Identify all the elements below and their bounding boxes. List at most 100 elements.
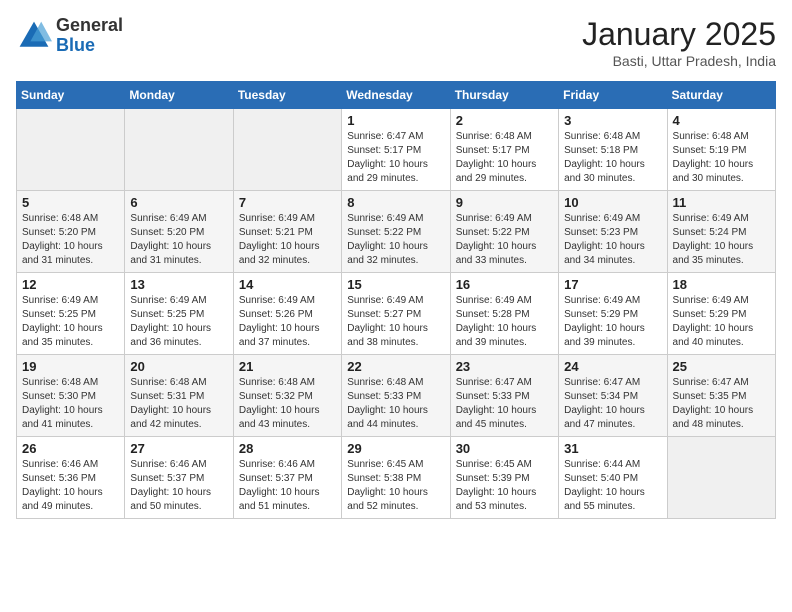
logo-text: General Blue bbox=[56, 16, 123, 56]
day-info: Sunrise: 6:45 AMSunset: 5:38 PMDaylight:… bbox=[347, 458, 444, 514]
header-wednesday: Wednesday bbox=[342, 82, 450, 109]
day-number: 31 bbox=[564, 441, 661, 456]
day-info: Sunrise: 6:49 AMSunset: 5:29 PMDaylight:… bbox=[564, 294, 661, 350]
calendar-cell: 10Sunrise: 6:49 AMSunset: 5:23 PMDayligh… bbox=[559, 191, 667, 273]
calendar-cell: 19Sunrise: 6:48 AMSunset: 5:30 PMDayligh… bbox=[17, 355, 125, 437]
day-info: Sunrise: 6:49 AMSunset: 5:25 PMDaylight:… bbox=[22, 294, 119, 350]
calendar-cell: 2Sunrise: 6:48 AMSunset: 5:17 PMDaylight… bbox=[450, 109, 558, 191]
logo: General Blue bbox=[16, 16, 123, 56]
day-info: Sunrise: 6:49 AMSunset: 5:22 PMDaylight:… bbox=[456, 212, 553, 268]
day-info: Sunrise: 6:48 AMSunset: 5:33 PMDaylight:… bbox=[347, 376, 444, 432]
logo-icon bbox=[16, 18, 52, 54]
calendar-cell bbox=[125, 109, 233, 191]
day-number: 24 bbox=[564, 359, 661, 374]
calendar-cell: 30 Sunrise: 6:45 AMSunset: 5:39 PMDayligh… bbox=[450, 437, 558, 519]
day-info: Sunrise: 6:49 AMSunset: 5:28 PMDaylight:… bbox=[456, 294, 553, 350]
header-sunday: Sunday bbox=[17, 82, 125, 109]
day-number: 3 bbox=[564, 113, 661, 128]
calendar-cell: 28 Sunrise: 6:46 AMSunset: 5:37 PMDayligh… bbox=[233, 437, 341, 519]
calendar-cell bbox=[233, 109, 341, 191]
calendar-cell: 17 Sunrise: 6:49 AMSunset: 5:29 PMDayligh… bbox=[559, 273, 667, 355]
calendar-title: January 2025 bbox=[582, 16, 776, 53]
day-number: 17 bbox=[564, 277, 661, 292]
day-info: Sunrise: 6:48 AMSunset: 5:20 PMDaylight:… bbox=[22, 212, 119, 268]
day-number: 22 bbox=[347, 359, 444, 374]
day-number: 1 bbox=[347, 113, 444, 128]
calendar-cell: 23 Sunrise: 6:47 AMSunset: 5:33 PMDayligh… bbox=[450, 355, 558, 437]
day-info: Sunrise: 6:49 AMSunset: 5:26 PMDaylight:… bbox=[239, 294, 336, 350]
header-friday: Friday bbox=[559, 82, 667, 109]
calendar-header-row: SundayMondayTuesdayWednesdayThursdayFrid… bbox=[17, 82, 776, 109]
day-info: Sunrise: 6:44 AMSunset: 5:40 PMDaylight:… bbox=[564, 458, 661, 514]
calendar-cell: 3 Sunrise: 6:48 AMSunset: 5:18 PMDaylight… bbox=[559, 109, 667, 191]
title-block: January 2025 Basti, Uttar Pradesh, India bbox=[582, 16, 776, 69]
calendar-cell: 31 Sunrise: 6:44 AMSunset: 5:40 PMDayligh… bbox=[559, 437, 667, 519]
day-info: Sunrise: 6:49 AMSunset: 5:24 PMDaylight:… bbox=[673, 212, 770, 268]
day-info: Sunrise: 6:49 AMSunset: 5:21 PMDaylight:… bbox=[239, 212, 336, 268]
calendar-cell: 24 Sunrise: 6:47 AMSunset: 5:34 PMDayligh… bbox=[559, 355, 667, 437]
day-number: 15 bbox=[347, 277, 444, 292]
calendar-week-row: 12 Sunrise: 6:49 AMSunset: 5:25 PMDayligh… bbox=[17, 273, 776, 355]
logo-blue: Blue bbox=[56, 36, 123, 56]
calendar-cell: 20 Sunrise: 6:48 AMSunset: 5:31 PMDayligh… bbox=[125, 355, 233, 437]
calendar-location: Basti, Uttar Pradesh, India bbox=[582, 53, 776, 69]
calendar-cell: 25Sunrise: 6:47 AMSunset: 5:35 PMDayligh… bbox=[667, 355, 775, 437]
day-number: 9 bbox=[456, 195, 553, 210]
day-number: 16 bbox=[456, 277, 553, 292]
calendar-week-row: 26 Sunrise: 6:46 AMSunset: 5:36 PMDayligh… bbox=[17, 437, 776, 519]
header-tuesday: Tuesday bbox=[233, 82, 341, 109]
day-info: Sunrise: 6:48 AMSunset: 5:31 PMDaylight:… bbox=[130, 376, 227, 432]
calendar-cell: 8 Sunrise: 6:49 AMSunset: 5:22 PMDaylight… bbox=[342, 191, 450, 273]
day-number: 28 bbox=[239, 441, 336, 456]
day-info: Sunrise: 6:49 AMSunset: 5:22 PMDaylight:… bbox=[347, 212, 444, 268]
day-info: Sunrise: 6:48 AMSunset: 5:19 PMDaylight:… bbox=[673, 130, 770, 186]
day-info: Sunrise: 6:46 AMSunset: 5:37 PMDaylight:… bbox=[239, 458, 336, 514]
day-info: Sunrise: 6:48 AMSunset: 5:18 PMDaylight:… bbox=[564, 130, 661, 186]
calendar-cell: 15 Sunrise: 6:49 AMSunset: 5:27 PMDayligh… bbox=[342, 273, 450, 355]
day-number: 19 bbox=[22, 359, 119, 374]
calendar-cell bbox=[17, 109, 125, 191]
day-number: 26 bbox=[22, 441, 119, 456]
day-info: Sunrise: 6:49 AMSunset: 5:20 PMDaylight:… bbox=[130, 212, 227, 268]
day-number: 11 bbox=[673, 195, 770, 210]
calendar-week-row: 1Sunrise: 6:47 AMSunset: 5:17 PMDaylight… bbox=[17, 109, 776, 191]
day-info: Sunrise: 6:47 AMSunset: 5:34 PMDaylight:… bbox=[564, 376, 661, 432]
day-info: Sunrise: 6:49 AMSunset: 5:27 PMDaylight:… bbox=[347, 294, 444, 350]
day-number: 18 bbox=[673, 277, 770, 292]
calendar-cell: 5Sunrise: 6:48 AMSunset: 5:20 PMDaylight… bbox=[17, 191, 125, 273]
calendar-cell: 11 Sunrise: 6:49 AMSunset: 5:24 PMDayligh… bbox=[667, 191, 775, 273]
calendar-cell: 29Sunrise: 6:45 AMSunset: 5:38 PMDayligh… bbox=[342, 437, 450, 519]
day-number: 13 bbox=[130, 277, 227, 292]
calendar-cell: 7 Sunrise: 6:49 AMSunset: 5:21 PMDaylight… bbox=[233, 191, 341, 273]
calendar-cell: 4Sunrise: 6:48 AMSunset: 5:19 PMDaylight… bbox=[667, 109, 775, 191]
day-number: 8 bbox=[347, 195, 444, 210]
calendar-cell: 12 Sunrise: 6:49 AMSunset: 5:25 PMDayligh… bbox=[17, 273, 125, 355]
calendar-cell: 18 Sunrise: 6:49 AMSunset: 5:29 PMDayligh… bbox=[667, 273, 775, 355]
day-number: 12 bbox=[22, 277, 119, 292]
header-thursday: Thursday bbox=[450, 82, 558, 109]
day-number: 6 bbox=[130, 195, 227, 210]
day-info: Sunrise: 6:46 AMSunset: 5:37 PMDaylight:… bbox=[130, 458, 227, 514]
day-info: Sunrise: 6:49 AMSunset: 5:23 PMDaylight:… bbox=[564, 212, 661, 268]
day-info: Sunrise: 6:49 AMSunset: 5:29 PMDaylight:… bbox=[673, 294, 770, 350]
calendar-cell: 21 Sunrise: 6:48 AMSunset: 5:32 PMDayligh… bbox=[233, 355, 341, 437]
day-number: 7 bbox=[239, 195, 336, 210]
day-number: 23 bbox=[456, 359, 553, 374]
calendar-cell: 26 Sunrise: 6:46 AMSunset: 5:36 PMDayligh… bbox=[17, 437, 125, 519]
day-info: Sunrise: 6:46 AMSunset: 5:36 PMDaylight:… bbox=[22, 458, 119, 514]
day-info: Sunrise: 6:48 AMSunset: 5:32 PMDaylight:… bbox=[239, 376, 336, 432]
day-info: Sunrise: 6:47 AMSunset: 5:33 PMDaylight:… bbox=[456, 376, 553, 432]
day-number: 27 bbox=[130, 441, 227, 456]
calendar-cell: 14 Sunrise: 6:49 AMSunset: 5:26 PMDayligh… bbox=[233, 273, 341, 355]
calendar-cell: 1Sunrise: 6:47 AMSunset: 5:17 PMDaylight… bbox=[342, 109, 450, 191]
page-header: General Blue January 2025 Basti, Uttar P… bbox=[16, 16, 776, 69]
day-number: 14 bbox=[239, 277, 336, 292]
day-info: Sunrise: 6:45 AMSunset: 5:39 PMDaylight:… bbox=[456, 458, 553, 514]
logo-general: General bbox=[56, 16, 123, 36]
day-info: Sunrise: 6:48 AMSunset: 5:17 PMDaylight:… bbox=[456, 130, 553, 186]
day-number: 25 bbox=[673, 359, 770, 374]
day-number: 21 bbox=[239, 359, 336, 374]
day-number: 20 bbox=[130, 359, 227, 374]
calendar-week-row: 19Sunrise: 6:48 AMSunset: 5:30 PMDayligh… bbox=[17, 355, 776, 437]
day-number: 30 bbox=[456, 441, 553, 456]
